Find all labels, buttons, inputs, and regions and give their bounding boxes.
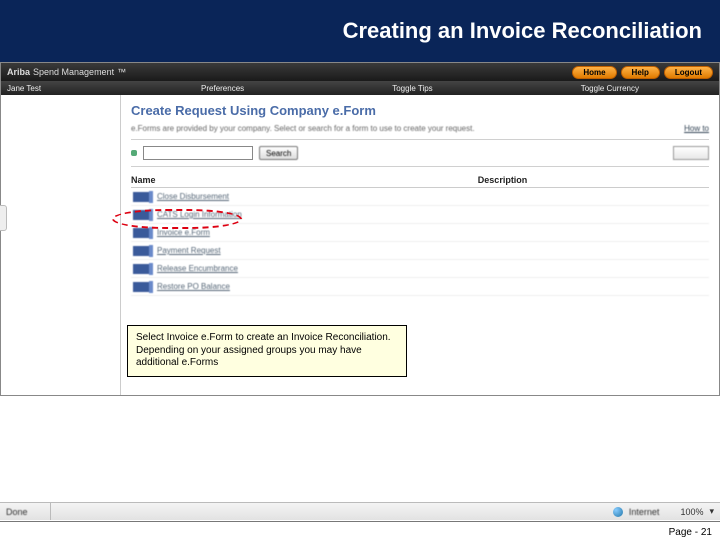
bullet-icon [131,150,137,156]
nav-toggle-currency[interactable]: Toggle Currency [581,84,639,93]
nav-user: Jane Test [7,84,127,93]
logout-button[interactable]: Logout [664,66,713,79]
divider [131,139,709,140]
list-item[interactable]: Payment Request [131,242,709,260]
item-label: Payment Request [157,246,221,255]
search-row: Search [131,146,709,160]
form-icon [133,246,151,256]
status-sep [50,503,51,520]
zoom-level[interactable]: 100% [680,507,703,517]
form-icon [133,192,151,202]
list-item[interactable]: Invoice e.Form [131,224,709,242]
howto-link[interactable]: How to [684,124,709,133]
brand-suffix: Spend Management [33,67,114,77]
list-item[interactable]: CATS Login Information [131,206,709,224]
form-icon [133,282,151,292]
item-label: CATS Login Information [157,210,242,219]
list-item[interactable]: Release Encumbrance [131,260,709,278]
divider-2 [131,166,709,167]
brand-label: Ariba Spend Management ™ [7,67,126,77]
zoom-dash: ▾ [709,506,714,517]
status-net: Internet [629,507,660,517]
form-icon [133,210,151,220]
footer-rule [0,521,720,522]
form-icon [133,228,151,238]
list-item[interactable]: Restore PO Balance [131,278,709,296]
column-headers: Name Description [131,173,709,188]
brand-bar: Ariba Spend Management ™ Home Help Logou… [1,63,719,81]
form-icon [133,264,151,274]
list-item[interactable]: Close Disbursement [131,188,709,206]
callout-box: Select Invoice e.Form to create an Invoi… [127,325,407,377]
nav-toggle-tips[interactable]: Toggle Tips [392,84,432,93]
left-gutter [1,95,121,395]
page-number: Page - 21 [669,527,712,538]
brand-name: Ariba [7,67,30,77]
intro-row: e.Forms are provided by your company. Se… [131,124,709,133]
view-toggle[interactable] [673,146,709,160]
intro-text: e.Forms are provided by your company. Se… [131,124,475,133]
item-label: Release Encumbrance [157,264,238,273]
page-title: Create Request Using Company e.Form [131,103,709,118]
status-bar: Done Internet 100% ▾ [0,502,720,520]
callout-text: Select Invoice e.Form to create an Invoi… [136,332,391,368]
globe-icon [613,507,623,517]
trademark: ™ [117,67,126,77]
item-label: Restore PO Balance [157,282,230,291]
col-desc: Description [478,175,709,185]
status-right: Internet 100% ▾ [613,506,714,517]
gutter-tab[interactable] [0,205,7,231]
help-button[interactable]: Help [621,66,660,79]
item-label: Invoice e.Form [157,228,210,237]
brand-actions: Home Help Logout [572,66,713,79]
home-button[interactable]: Home [572,66,616,79]
slide-title: Creating an Invoice Reconciliation [343,18,702,44]
search-button[interactable]: Search [259,146,298,160]
search-input[interactable] [143,146,253,160]
col-name: Name [131,175,478,185]
nav-preferences[interactable]: Preferences [201,84,244,93]
item-label: Close Disbursement [157,192,229,201]
nav-bar: Jane Test Preferences Toggle Tips Toggle… [1,81,719,95]
slide-header: Creating an Invoice Reconciliation [0,0,720,62]
status-done: Done [6,507,46,517]
